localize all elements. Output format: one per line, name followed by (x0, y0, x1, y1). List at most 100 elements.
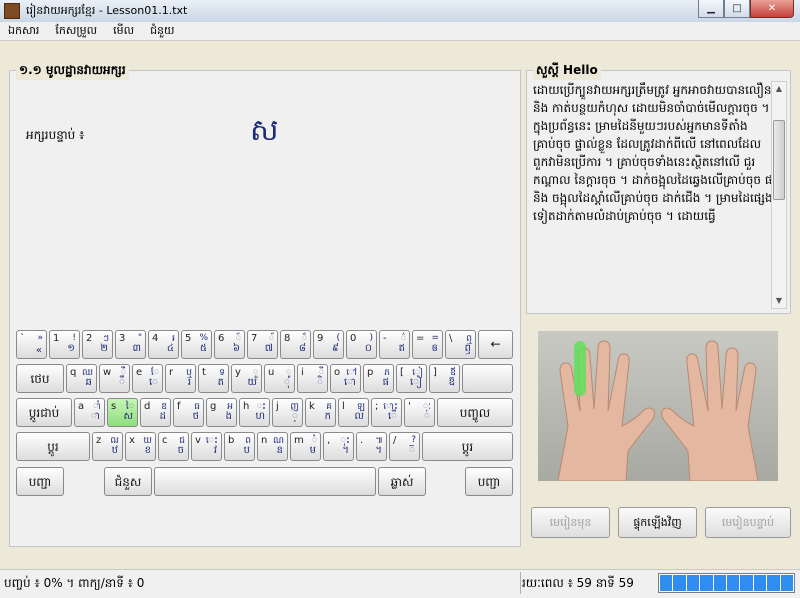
key-4[interactable]: 4 ៛៤ (148, 330, 179, 359)
close-button[interactable]: ✕ (750, 0, 794, 18)
key-h[interactable]: hះហ (239, 398, 270, 427)
right-shift-key[interactable]: ប្ដូរ (422, 432, 513, 461)
tab-key[interactable]: ថេប (16, 364, 64, 393)
key-1[interactable]: 1! ១ (49, 330, 80, 359)
scroll-up-icon[interactable]: ▲ (772, 82, 786, 96)
key-3[interactable]: 3 " ៣ (115, 330, 146, 359)
caps-lock-key[interactable]: ប្ដូរជាប់ (16, 398, 72, 427)
key-glyph: ៨ (298, 343, 306, 354)
key-glyph: ៧ (264, 343, 273, 354)
key-;[interactable]: ;ោះើ (371, 398, 402, 427)
key-9[interactable]: 9(៩ (313, 330, 344, 359)
altgr-key[interactable]: ឆ្លាស់ (378, 467, 426, 496)
status-time: រយៈពេល ៖ 59 នាទី 59 (522, 576, 634, 590)
key-glyph: [ (400, 367, 404, 378)
key-q[interactable]: qឈឆ (66, 364, 97, 393)
key-c[interactable]: cជច (158, 432, 189, 461)
menu-file[interactable]: ឯកសារ (0, 22, 47, 40)
key-2[interactable]: 2ៗ២ (82, 330, 113, 359)
key--[interactable]: -៌ឥ (379, 330, 410, 359)
key-glyph: w (103, 367, 112, 378)
key-a[interactable]: aាំា (74, 398, 105, 427)
progress-segment (673, 575, 686, 591)
key-j[interactable]: j ញ្ (272, 398, 303, 427)
key-f[interactable]: fធថ (173, 398, 204, 427)
prev-lesson-button[interactable]: មេរៀនមុន (531, 507, 610, 538)
key-=[interactable]: = = ឲ (412, 330, 443, 359)
key-5[interactable]: 5% ៥ (181, 330, 212, 359)
menu-help[interactable]: ជំនួយ (142, 22, 182, 40)
key-,[interactable]: ,ុះ។ (323, 432, 354, 461)
key-d[interactable]: dឌដ (140, 398, 171, 427)
key-glyph: ០ (364, 343, 372, 354)
key-\[interactable]: \ ឮឭ (445, 330, 476, 359)
key-8[interactable]: 8៏៨ (280, 330, 311, 359)
hands-illustration (557, 340, 759, 481)
app-icon[interactable] (4, 3, 20, 19)
key-k[interactable]: kគក (305, 398, 336, 427)
key-v[interactable]: vេះវ (191, 432, 222, 461)
key-`[interactable]: ` » « (16, 330, 47, 359)
key-w[interactable]: wឺឹ (99, 364, 130, 393)
key-][interactable]: ] ឪឨ (429, 364, 460, 393)
key-l[interactable]: lឡល (338, 398, 369, 427)
key-0[interactable]: 0) ០ (346, 330, 377, 359)
key-.[interactable]: . ៕។ (356, 432, 387, 461)
space-key[interactable] (154, 467, 376, 496)
key-p[interactable]: pភផ (363, 364, 394, 393)
key-glyph: 2 (86, 333, 93, 344)
key-/[interactable]: /?៊ (389, 432, 420, 461)
key-glyph: 9 (317, 333, 324, 344)
key-glyph: f (177, 401, 181, 412)
alt-key-label: ជំនួស (114, 475, 142, 489)
key-glyph: ] (433, 367, 437, 378)
key-6[interactable]: 6៍៦ (214, 330, 245, 359)
key-s[interactable]: sៃស (107, 398, 138, 427)
maximize-button[interactable]: □ (724, 0, 750, 18)
status-separator (520, 572, 521, 594)
menu-edit[interactable]: កែសម្រួល (47, 22, 105, 40)
key-glyph: ៀ (409, 377, 422, 388)
key-n[interactable]: nណន (257, 432, 288, 461)
next-lesson-button[interactable]: មេរៀនបន្ទាប់ (705, 507, 791, 538)
key-z[interactable]: zឍឋ (92, 432, 123, 461)
scroll-down-icon[interactable]: ▼ (772, 294, 786, 308)
key-7[interactable]: 7័៧ (247, 330, 278, 359)
right-ctrl-key[interactable]: បញ្ជា (465, 467, 513, 496)
key-u[interactable]: uូុ (264, 364, 295, 393)
backspace-key[interactable]: ← (478, 330, 513, 359)
key-y[interactable]: yួយ (231, 364, 262, 393)
scroll-thumb[interactable] (773, 120, 785, 200)
story-scrollbar[interactable]: ▲ ▼ (771, 81, 787, 309)
enter-key[interactable]: បញ្ចូល (437, 398, 513, 427)
progress-segment (740, 575, 753, 591)
key-g[interactable]: gអង (206, 398, 237, 427)
left-shift-key[interactable]: ប្ដូរ (16, 432, 90, 461)
alt-key[interactable]: ជំនួស (104, 467, 152, 496)
key-o[interactable]: oៅោ (330, 364, 361, 393)
key-m[interactable]: mំម (290, 432, 321, 461)
key-r[interactable]: rឬរ (165, 364, 196, 393)
minimize-button[interactable]: ▁ (698, 0, 724, 18)
key-glyph: ។ (375, 445, 382, 456)
key-[[interactable]: [ៀៀ (396, 364, 427, 393)
key-x[interactable]: xឃខ (125, 432, 156, 461)
key-i[interactable]: iីិ (297, 364, 328, 393)
status-bar: បញ្ចប់ ៖ 0% ។ ពាក្យ/នាទី ៖ 0 រយៈពេល ៖ 59… (0, 569, 800, 598)
key-glyph: យ (247, 377, 257, 388)
key-glyph: ឨ (448, 377, 455, 388)
altgr-key-label: ឆ្លាស់ (390, 475, 414, 489)
key-'[interactable]: 'ៈ់ (404, 398, 435, 427)
enter-key-top[interactable] (462, 364, 513, 393)
left-ctrl-key[interactable]: បញ្ជា (16, 467, 64, 496)
menu-view[interactable]: មើល (105, 22, 142, 40)
key-b[interactable]: bពប (224, 432, 255, 461)
key-t[interactable]: tទត (198, 364, 229, 393)
key-glyph: n (261, 435, 268, 446)
key-glyph: 3 (119, 333, 126, 344)
key-e[interactable]: eែេ (132, 364, 163, 393)
key-glyph: ឹ (119, 377, 125, 388)
key-glyph: ; (375, 401, 379, 412)
reload-button[interactable]: ផ្ទុកឡើងវិញ (618, 507, 697, 538)
key-glyph: ។ (342, 445, 349, 456)
